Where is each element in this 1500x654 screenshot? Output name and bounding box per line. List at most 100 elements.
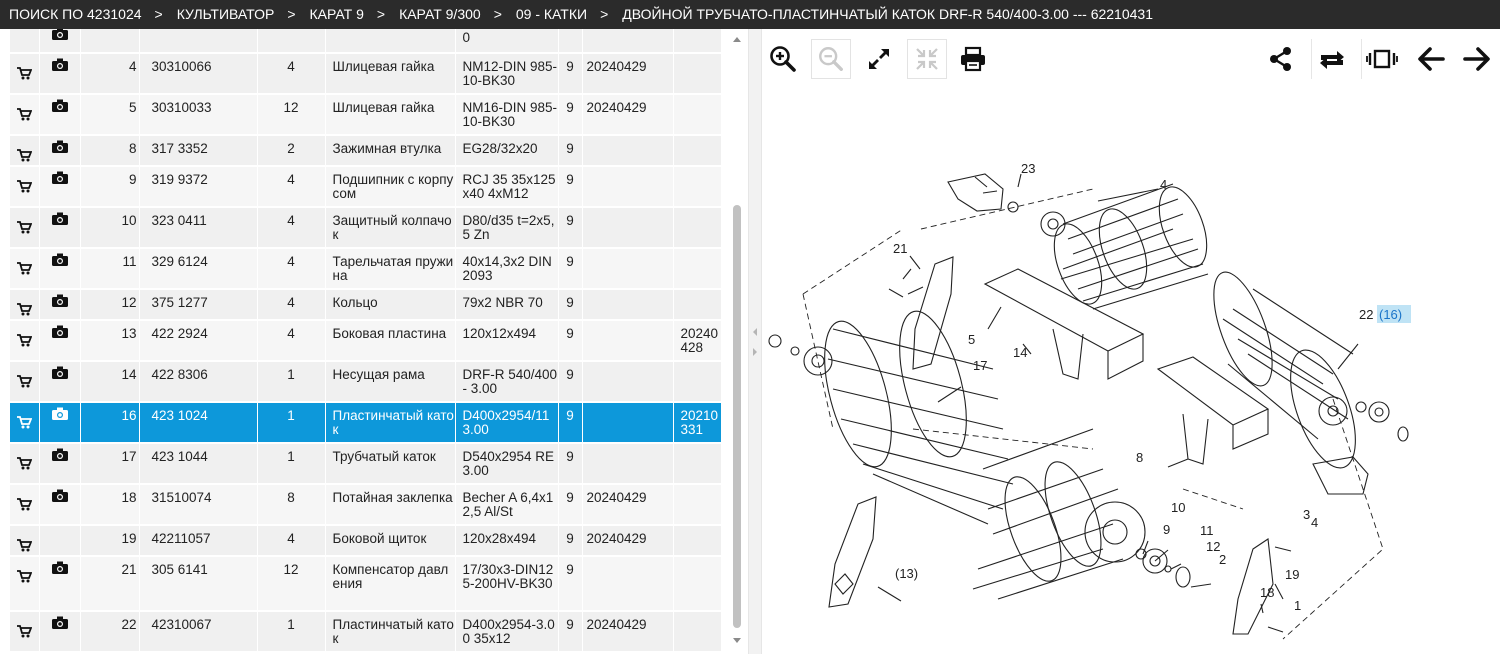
add-to-cart-button[interactable] <box>10 207 40 249</box>
share-button[interactable] <box>1261 39 1301 79</box>
scrollbar-thumb[interactable] <box>733 205 741 628</box>
add-to-cart-button[interactable] <box>10 443 40 485</box>
photo-button[interactable] <box>39 402 81 444</box>
callout-23[interactable]: 23 <box>1021 161 1035 176</box>
add-to-cart-button[interactable] <box>10 166 40 208</box>
photo-button[interactable] <box>39 94 81 136</box>
table-row[interactable]: 9 319 9372 4 Подшипник с корпусом RCJ 35 35x… <box>10 166 722 208</box>
photo-button[interactable] <box>39 484 81 526</box>
callout-17[interactable]: 17 <box>973 358 987 373</box>
breadcrumb-item[interactable]: КУЛЬТИВАТОР <box>177 6 275 22</box>
add-to-cart-button[interactable] <box>10 611 40 653</box>
add-to-cart-button[interactable] <box>10 320 40 362</box>
add-to-cart-button[interactable] <box>10 484 40 526</box>
photo-button[interactable] <box>39 320 81 362</box>
table-row[interactable]: 8 317 3352 2 Зажимная втулка EG28/32x20 9 <box>10 135 722 167</box>
table-row[interactable]: 13 422 2924 4 Боковая пластина 120x12x494 9 20… <box>10 320 722 362</box>
add-to-cart-button[interactable] <box>10 53 40 95</box>
photo-button[interactable] <box>39 207 81 249</box>
callout-19[interactable]: 19 <box>1285 567 1299 582</box>
add-to-cart-button[interactable] <box>10 361 40 403</box>
table-row[interactable]: 17 423 1044 1 Трубчатый каток D540x2954 RE 3… <box>10 443 722 485</box>
breadcrumb-item[interactable]: КАРАТ 9/300 <box>399 6 481 22</box>
table-row-partial[interactable]: 0 <box>10 29 722 54</box>
table-row[interactable]: 16 423 1024 1 Пластинчатый каток D400x2954/1… <box>10 402 722 444</box>
table-row[interactable]: 21 305 6141 12 Компенсатор давления 17/30x3-… <box>10 556 722 612</box>
breadcrumb-item[interactable]: ПОИСК ПО 4231024 <box>9 6 142 22</box>
add-to-cart-button[interactable] <box>10 248 40 290</box>
table-row[interactable]: 4 30310066 4 Шлицевая гайка NM12-DIN 985-10-… <box>10 53 722 95</box>
add-to-cart-button[interactable] <box>10 402 40 444</box>
photo-button[interactable] <box>39 611 81 653</box>
collapse-right-icon[interactable] <box>751 347 759 357</box>
date-cell-secondary <box>673 484 722 526</box>
zoom-in-button[interactable] <box>763 39 803 79</box>
table-row[interactable]: 18 31510074 8 Потайная заклепка Becher A 6,4… <box>10 484 722 526</box>
name-cell: Несущая рама <box>325 361 456 403</box>
print-icon <box>961 46 985 72</box>
expand-button[interactable] <box>859 39 899 79</box>
photo-button[interactable] <box>39 53 81 95</box>
exploded-parts-diagram[interactable]: 23 4 21 5 14 17 22 (16) 8 10 9 11 12 2 3… <box>763 129 1500 654</box>
table-row[interactable]: 22 42310067 1 Пластинчатый каток D400x2954-3… <box>10 611 722 653</box>
add-to-cart-button[interactable] <box>10 289 40 321</box>
previous-button[interactable] <box>1411 39 1451 79</box>
photo-button[interactable] <box>39 135 81 167</box>
camera-icon[interactable] <box>39 29 81 54</box>
callout-18[interactable]: 18 <box>1260 585 1274 600</box>
collapse-left-icon[interactable] <box>751 327 759 337</box>
photo-button[interactable] <box>39 443 81 485</box>
table-row[interactable]: 10 323 0411 4 Защитный колпачок D80/d35 t=2x… <box>10 207 722 249</box>
article-cell: 31510074 <box>139 484 258 526</box>
callout-16[interactable]: (16) <box>1379 307 1402 322</box>
cart-icon <box>16 457 32 473</box>
breadcrumb-item[interactable]: КАРАТ 9 <box>310 6 364 22</box>
photo-button[interactable] <box>39 248 81 290</box>
callout-22[interactable]: 22 <box>1359 307 1373 322</box>
rotate-button[interactable] <box>1311 39 1351 79</box>
print-button[interactable] <box>953 39 993 79</box>
callout-10[interactable]: 10 <box>1171 500 1185 515</box>
callout-9[interactable]: 9 <box>1163 522 1170 537</box>
callout-4[interactable]: 4 <box>1160 177 1167 192</box>
table-row[interactable]: 14 422 8306 1 Несущая рама DRF-R 540/400 - 3… <box>10 361 722 403</box>
callout-1[interactable]: 1 <box>1294 598 1301 613</box>
breadcrumb-item[interactable]: 09 - КАТКИ <box>516 6 587 22</box>
photo-button[interactable] <box>39 289 81 321</box>
callout-5[interactable]: 5 <box>968 332 975 347</box>
add-to-cart-button[interactable] <box>10 556 40 612</box>
breadcrumb-separator: > <box>600 6 609 22</box>
add-to-cart-button[interactable] <box>10 94 40 136</box>
fullscreen-button[interactable] <box>1361 39 1401 79</box>
callout-14[interactable]: 14 <box>1013 345 1027 360</box>
callout-3[interactable]: 3 <box>1303 507 1310 522</box>
part-13-plate <box>828 496 877 608</box>
table-row[interactable]: 11 329 6124 4 Тарельчатая пружина 40x14,3x2 … <box>10 248 722 290</box>
callout-4b[interactable]: 4 <box>1311 515 1318 530</box>
callout-2[interactable]: 2 <box>1219 552 1226 567</box>
callout-8[interactable]: 8 <box>1136 450 1143 465</box>
table-row[interactable]: 12 375 1277 4 Кольцо 79x2 NBR 70 9 <box>10 289 722 321</box>
date-cell: 20240429 <box>582 94 674 136</box>
photo-button[interactable] <box>39 361 81 403</box>
table-row[interactable]: 5 30310033 12 Шлицевая гайка NM16-DIN 985-10… <box>10 94 722 136</box>
quantity-cell: 1 <box>257 361 326 403</box>
share-icon <box>1270 47 1291 71</box>
scroll-down-arrow-icon[interactable] <box>731 634 743 646</box>
next-button[interactable] <box>1457 39 1497 79</box>
part-16-plate-roller <box>972 428 1124 600</box>
arrow-right-icon <box>1463 47 1490 71</box>
zoom-out-button[interactable] <box>811 39 851 79</box>
callout-13[interactable]: (13) <box>895 566 918 581</box>
photo-button[interactable] <box>39 166 81 208</box>
add-to-cart-button[interactable] <box>10 135 40 167</box>
add-to-cart-button[interactable] <box>10 525 40 557</box>
callout-21[interactable]: 21 <box>893 241 907 256</box>
unit-cell: 9 <box>558 484 583 526</box>
scroll-up-arrow-icon[interactable] <box>731 34 743 46</box>
photo-button[interactable] <box>39 556 81 612</box>
fit-button[interactable] <box>907 39 947 79</box>
panel-splitter[interactable] <box>748 29 762 654</box>
table-row[interactable]: 19 42211057 4 Боковой щиток 120x28x494 9 20240… <box>10 525 722 557</box>
callout-11[interactable]: 11 <box>1200 523 1214 538</box>
